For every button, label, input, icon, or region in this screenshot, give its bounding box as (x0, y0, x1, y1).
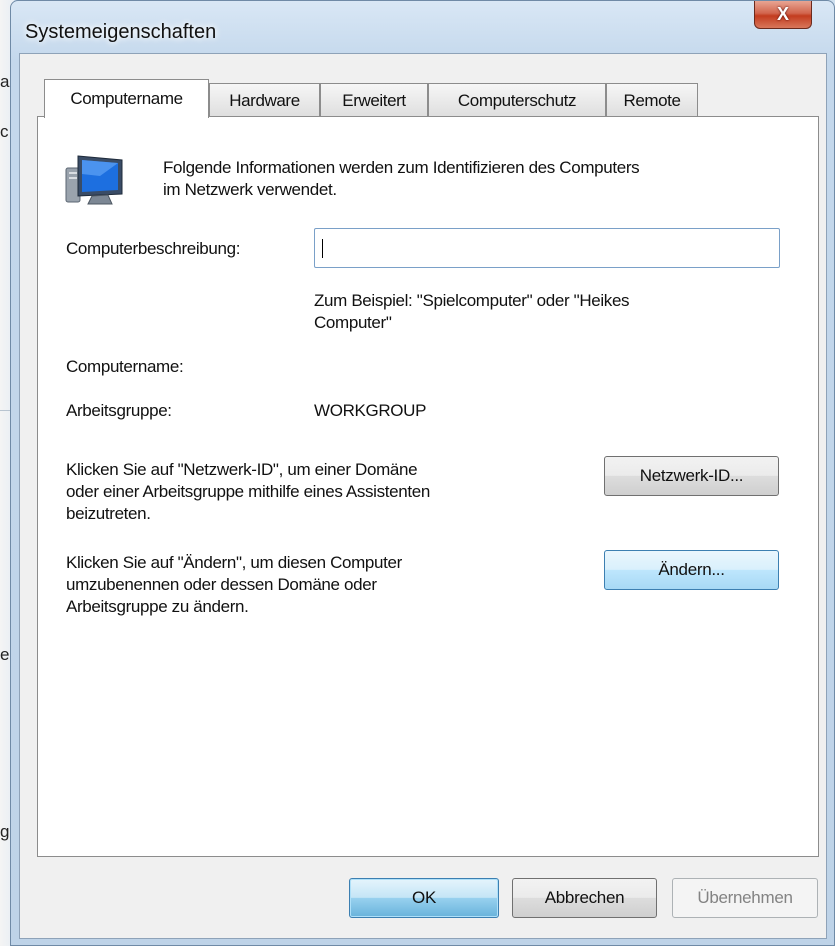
change-text-line1: Klicken Sie auf "Ändern", um diesen Comp… (66, 553, 402, 572)
tab-erweitert[interactable]: Erweitert (320, 83, 428, 117)
intro-text-line2: im Netzwerk verwendet. (163, 180, 337, 199)
computer-name-label: Computername: (66, 357, 184, 376)
background-text-fragment: g (0, 822, 10, 841)
ok-button[interactable]: OK (349, 878, 499, 918)
change-text-line2: umzubenennen oder dessen Domäne oder (66, 575, 377, 594)
network-id-text-line3: beizutreten. (66, 504, 151, 523)
tab-computername[interactable]: Computername (44, 79, 209, 118)
cancel-button[interactable]: Abbrechen (512, 878, 657, 918)
network-id-button[interactable]: Netzwerk-ID... (604, 456, 779, 496)
intro-text-line1: Folgende Informationen werden zum Identi… (163, 158, 640, 177)
tab-computerschutz[interactable]: Computerschutz (428, 83, 606, 117)
apply-button[interactable]: Übernehmen (672, 878, 818, 918)
close-icon: X (776, 4, 789, 24)
close-button[interactable]: X (754, 1, 812, 29)
computer-icon (65, 155, 123, 205)
background-text-fragment: c (0, 122, 9, 141)
tab-hardware[interactable]: Hardware (209, 83, 320, 117)
workgroup-value: WORKGROUP (314, 401, 427, 420)
network-id-text-line2: oder einer Arbeitsgruppe mithilfe eines … (66, 482, 430, 501)
network-id-text-line1: Klicken Sie auf "Netzwerk-ID", um einer … (66, 460, 418, 479)
tab-remote[interactable]: Remote (606, 83, 698, 117)
window-title: Systemeigenschaften (25, 21, 217, 43)
computer-description-label: Computerbeschreibung: (66, 239, 241, 258)
text-caret (322, 239, 323, 258)
change-text-line3: Arbeitsgruppe zu ändern. (66, 597, 249, 616)
example-hint-line2: Computer" (314, 313, 392, 332)
background-text-fragment: a (0, 72, 10, 91)
change-button[interactable]: Ändern... (604, 550, 779, 590)
workgroup-label: Arbeitsgruppe: (66, 401, 172, 420)
computer-description-input[interactable] (314, 228, 780, 268)
example-hint-line1: Zum Beispiel: "Spielcomputer" oder "Heik… (314, 291, 630, 310)
